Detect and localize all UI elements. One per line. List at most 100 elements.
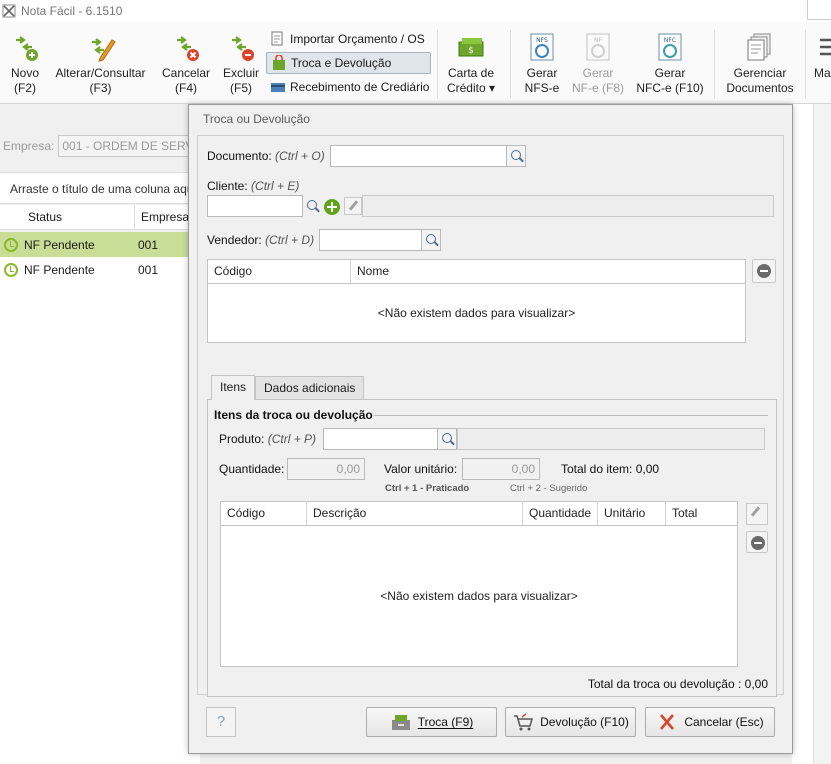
nfce-label: Gerar (654, 66, 686, 80)
devolucao-button-label: Devolução (F10) (540, 715, 629, 729)
column-unitario[interactable]: Unitário (598, 502, 666, 525)
total-troca-label: Total da troca ou devolução : 0,00 (587, 677, 768, 691)
column-nome[interactable]: Nome (351, 260, 745, 283)
window-titlebar: Nota Fácil - 6.1510 (0, 0, 831, 22)
cancelar-nota-button[interactable]: Cancelar (F4) (160, 22, 212, 104)
tab-itens[interactable]: Itens (211, 375, 256, 400)
table-row[interactable]: NF Pendente 001 (0, 257, 200, 282)
itens-empty-text: <Não existem dados para visualizar> (380, 589, 578, 603)
documents-stack-icon (747, 33, 771, 61)
payment-icon (271, 83, 285, 92)
import-icon (271, 31, 283, 46)
column-status[interactable]: Status (0, 205, 135, 229)
tab-dados-adicionais[interactable]: Dados adicionais (255, 376, 365, 400)
nfe-label: Gerar (582, 66, 614, 80)
produto-shortcut: (Ctrl + P) (267, 432, 317, 446)
add-cliente-icon[interactable] (324, 199, 340, 215)
valor-unitario-field[interactable]: 0,00 (462, 458, 540, 480)
app-icon (2, 4, 16, 18)
novo-button[interactable]: Novo (F2) (3, 22, 47, 104)
itens-tab-panel: Itens da troca ou devolução Produto: (Ct… (207, 399, 777, 697)
return-cart-icon (514, 713, 534, 731)
remove-vendedor-icon[interactable] (752, 259, 776, 283)
main-grid-right-area (792, 104, 831, 764)
cliente-search-icon[interactable] (302, 195, 322, 217)
column-descricao[interactable]: Descrição (307, 502, 523, 525)
empresa-field[interactable]: 001 - ORDEM DE SERVIÇO (58, 135, 199, 157)
vendedor-label: Vendedor: (Ctrl + D) (207, 233, 315, 247)
more-label: Ma (814, 66, 831, 80)
column-total[interactable]: Total (666, 502, 737, 525)
nfce-icon: NFC (658, 33, 682, 61)
close-icon (660, 714, 675, 730)
remove-item-icon[interactable] (746, 531, 768, 553)
documento-label: Documento: (Ctrl + O) (207, 149, 325, 163)
money-icon: $ (458, 38, 484, 57)
empresa-label: Empresa: (3, 139, 55, 153)
excluir-shortcut: (F5) (230, 81, 252, 95)
cancelar-button-label: Cancelar (Esc) (684, 715, 764, 729)
vendedor-table: Código Nome <Não existem dados para visu… (207, 259, 746, 343)
troca-devolucao-button[interactable]: Troca e Devolução (266, 52, 431, 74)
ribbon-separator (714, 30, 715, 98)
column-quantidade[interactable]: Quantidade (523, 502, 598, 525)
nfse-label: Gerar (526, 66, 558, 80)
nfse-icon: NFS (530, 33, 554, 61)
alterar-consultar-button[interactable]: Alterar/Consultar (F3) (53, 22, 148, 104)
excluir-label: Excluir (222, 66, 259, 80)
vendedor-search-icon[interactable] (421, 229, 441, 251)
row-status: NF Pendente (24, 262, 95, 277)
troca-button[interactable]: Troca (F9) (366, 707, 497, 737)
svg-text:NFS: NFS (536, 37, 548, 44)
produto-search-icon[interactable] (437, 428, 457, 450)
table-row[interactable]: NF Pendente 001 (0, 232, 200, 257)
dialog-body: Documento: (Ctrl + O) Cliente: (Ctrl + E… (197, 135, 784, 697)
gerenciar-documentos-button[interactable]: Gerenciar Documentos (722, 22, 798, 104)
ribbon-separator (805, 30, 806, 98)
column-codigo[interactable]: Código (221, 502, 307, 525)
help-button[interactable]: ? (206, 707, 236, 737)
edit-item-icon[interactable] (746, 503, 768, 525)
column-codigo[interactable]: Código (208, 260, 351, 283)
novo-shortcut: (F2) (14, 81, 36, 95)
exchange-box-icon (391, 715, 410, 730)
vertical-scrollbar[interactable] (813, 104, 831, 764)
menu-icon (820, 38, 831, 56)
vendedor-input[interactable] (319, 229, 423, 251)
group-by-hint: Arraste o título de uma coluna aqui (0, 172, 200, 204)
main-grid-header: Status Empresa (0, 205, 200, 230)
importar-label: Importar Orçamento / OS (290, 32, 425, 46)
devolucao-button[interactable]: Devolução (F10) (505, 707, 636, 737)
gerar-nfse-button[interactable]: NFS Gerar NFS-e (520, 22, 564, 104)
docs-sublabel: Documentos (726, 81, 794, 95)
svg-text:NFC: NFC (664, 37, 676, 44)
troca-devolucao-dialog: Troca ou Devolução Documento: (Ctrl + O)… (188, 104, 793, 754)
novo-label: Novo (10, 66, 39, 80)
importar-orcamento-button[interactable]: Importar Orçamento / OS (266, 28, 425, 50)
documento-search-icon[interactable] (506, 145, 526, 167)
cancelar-button[interactable]: Cancelar (Esc) (645, 707, 775, 737)
clock-icon (4, 237, 18, 252)
carta-credito-button[interactable]: $ Carta de Crédito ▾ (442, 22, 500, 104)
hint-sugerido: Ctrl + 2 - Sugerido (510, 483, 588, 494)
group-divider (374, 415, 768, 416)
documento-input[interactable] (330, 145, 507, 167)
recebimento-crediario-button[interactable]: Recebimento de Crediário (266, 76, 429, 98)
gerar-nfce-button[interactable]: NFC Gerar NFC-e (F10) (634, 22, 706, 104)
svg-text:NF: NF (594, 37, 602, 44)
cliente-shortcut: (Ctrl + E) (251, 179, 300, 193)
nfce-sublabel: NFC-e (F10) (636, 81, 704, 95)
gerar-nfe-button[interactable]: NF Gerar NF-e (F8) (570, 22, 626, 104)
produto-input[interactable] (323, 428, 438, 450)
produto-description-display (457, 428, 765, 450)
nfse-sublabel: NFS-e (524, 81, 560, 95)
edit-cliente-icon[interactable] (344, 197, 362, 215)
edit-pencil-icon (91, 38, 116, 62)
nfe-sublabel: NF-e (F8) (572, 81, 624, 95)
more-button[interactable]: Ma (814, 22, 831, 104)
produto-label: Produto: (Ctrl + P) (219, 432, 317, 446)
cliente-input[interactable] (207, 195, 303, 217)
excluir-button[interactable]: Excluir (F5) (220, 22, 262, 104)
quantidade-field[interactable]: 0,00 (287, 458, 365, 480)
window-controls[interactable] (807, 0, 831, 20)
